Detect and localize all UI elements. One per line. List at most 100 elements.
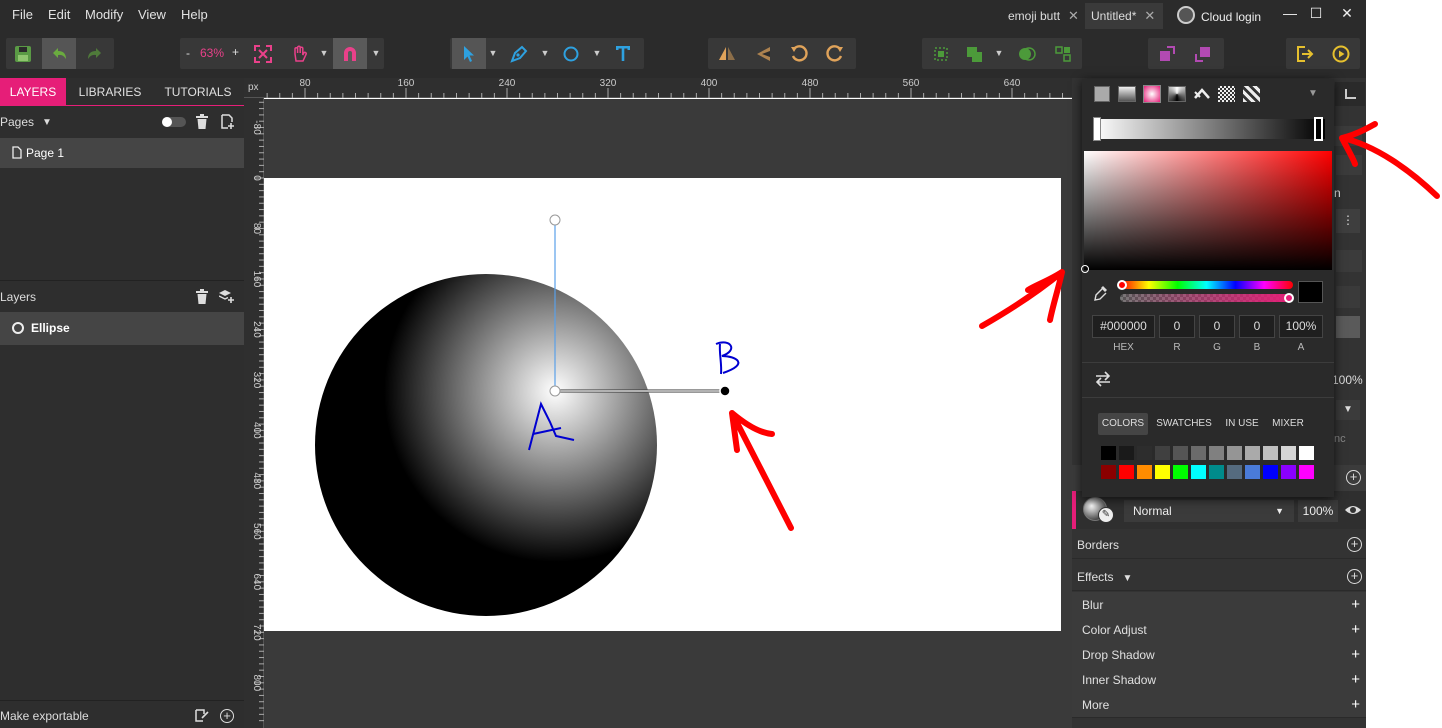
color-swatch[interactable] <box>1191 446 1206 460</box>
pages-toggle[interactable] <box>162 117 186 127</box>
menu-edit[interactable]: Edit <box>48 0 70 30</box>
noise-fill-icon[interactable] <box>1218 86 1235 102</box>
color-swatch[interactable] <box>1173 446 1188 460</box>
effect-more[interactable]: More + <box>1072 692 1366 718</box>
text-tool-icon[interactable] <box>606 38 640 69</box>
tab-swatches[interactable]: SWATCHES <box>1154 413 1214 435</box>
menu-help[interactable]: Help <box>181 0 208 30</box>
color-swatch[interactable] <box>1155 446 1170 460</box>
union-icon[interactable] <box>958 38 992 69</box>
color-swatch[interactable] <box>1299 446 1314 460</box>
menu-file[interactable]: File <box>12 0 33 30</box>
zoom-in-button[interactable]: + <box>232 45 239 59</box>
effect-blur[interactable]: Blur + <box>1072 592 1366 618</box>
tab-colors[interactable]: COLORS <box>1098 413 1148 435</box>
tab-layers[interactable]: LAYERS <box>0 78 66 106</box>
pattern-fill-icon[interactable] <box>1192 85 1212 103</box>
fit-screen-icon[interactable] <box>246 38 280 69</box>
angular-gradient-icon[interactable] <box>1168 86 1186 102</box>
effect-color-adjust[interactable]: Color Adjust + <box>1072 617 1366 643</box>
zoom-out-button[interactable]: - <box>186 46 190 60</box>
blend-mode-select[interactable]: Normal ▼ <box>1124 500 1294 522</box>
gradient-radius-handle[interactable] <box>549 214 561 226</box>
plus-icon[interactable]: + <box>1351 617 1360 643</box>
tab-tutorials[interactable]: TUTORIALS <box>158 78 238 106</box>
plus-icon[interactable]: + <box>1351 692 1360 718</box>
color-swatch[interactable] <box>1191 465 1206 479</box>
export-options-icon[interactable] <box>195 709 209 722</box>
group-icon[interactable] <box>924 38 958 69</box>
trash-icon[interactable] <box>196 289 208 304</box>
attach-icon[interactable] <box>1186 38 1220 69</box>
menu-view[interactable]: View <box>138 0 166 30</box>
effect-drop-shadow[interactable]: Drop Shadow + <box>1072 642 1366 668</box>
minimize-icon[interactable]: — <box>1277 0 1303 28</box>
maximize-icon[interactable]: ☐ <box>1303 0 1329 28</box>
color-swatch[interactable] <box>1173 465 1188 479</box>
add-fill-icon[interactable]: + <box>1346 470 1361 485</box>
tab-mixer[interactable]: MIXER <box>1268 413 1308 435</box>
add-export-icon[interactable]: + <box>220 709 234 723</box>
mask-icon[interactable] <box>1010 38 1044 69</box>
chevron-down-icon[interactable]: ▼ <box>317 38 331 69</box>
close-icon[interactable]: ✕ <box>1144 8 1155 23</box>
cloud-login-link[interactable]: Cloud login <box>1201 10 1261 24</box>
color-swatch[interactable] <box>1137 446 1152 460</box>
gradient-end-handle[interactable] <box>719 385 731 397</box>
magnet-snap-icon[interactable] <box>333 38 367 69</box>
export-icon[interactable] <box>1288 38 1322 69</box>
color-swatch[interactable] <box>1227 446 1242 460</box>
rotate-right-icon[interactable] <box>818 38 852 69</box>
ellipse-tool-icon[interactable] <box>554 38 588 69</box>
linear-gradient-icon[interactable] <box>1118 86 1136 102</box>
add-border-icon[interactable]: + <box>1347 537 1362 552</box>
plus-icon[interactable]: + <box>1351 642 1360 668</box>
color-swatch[interactable] <box>1245 465 1260 479</box>
color-swatch[interactable] <box>1245 446 1260 460</box>
flip-horizontal-icon[interactable] <box>710 38 744 69</box>
close-icon[interactable]: ✕ <box>1068 8 1079 23</box>
effect-inner-shadow[interactable]: Inner Shadow + <box>1072 667 1366 693</box>
eye-icon[interactable] <box>1344 502 1362 518</box>
menu-modify[interactable]: Modify <box>85 0 123 30</box>
save-icon[interactable] <box>6 38 40 69</box>
hand-tool-icon[interactable] <box>282 38 316 69</box>
component-icon[interactable] <box>1046 38 1080 69</box>
chevron-down-icon[interactable]: ▼ <box>1308 88 1318 99</box>
chevron-down-icon[interactable]: ▼ <box>486 38 500 69</box>
color-swatch[interactable] <box>1119 465 1134 479</box>
gradient-center-handle[interactable] <box>549 385 561 397</box>
color-swatch[interactable] <box>1101 446 1116 460</box>
chevron-down-icon[interactable]: ▼ <box>369 38 383 69</box>
color-swatch[interactable] <box>1263 465 1278 479</box>
color-swatch[interactable] <box>1263 446 1278 460</box>
edit-gradient-icon[interactable]: ✎ <box>1098 507 1114 523</box>
chevron-down-icon[interactable]: ▼ <box>538 38 552 69</box>
tab-in-use[interactable]: IN USE <box>1220 413 1264 435</box>
chevron-down-icon[interactable]: ▼ <box>1336 400 1360 420</box>
stripes-fill-icon[interactable] <box>1243 86 1260 102</box>
color-swatch[interactable] <box>1155 465 1170 479</box>
rotate-left-icon[interactable] <box>782 38 816 69</box>
solid-fill-icon[interactable] <box>1094 86 1110 102</box>
color-swatch[interactable] <box>1227 465 1242 479</box>
plus-icon[interactable]: + <box>1351 667 1360 693</box>
color-swatch[interactable] <box>1119 446 1134 460</box>
tab-libraries[interactable]: LIBRARIES <box>70 78 150 106</box>
color-swatch[interactable] <box>1209 446 1224 460</box>
swap-icon[interactable] <box>1094 371 1112 387</box>
detach-icon[interactable] <box>1150 38 1184 69</box>
panel-tab[interactable] <box>1335 82 1365 106</box>
undo-icon[interactable] <box>42 38 76 69</box>
effects-section[interactable]: Effects ▼ + <box>1072 563 1366 591</box>
redo-icon[interactable] <box>78 38 112 69</box>
color-swatch[interactable] <box>1101 465 1116 479</box>
ellipse-shape[interactable] <box>315 274 657 616</box>
chevron-down-icon[interactable]: ▼ <box>42 117 52 128</box>
radial-gradient-icon[interactable] <box>1143 85 1161 103</box>
add-layer-icon[interactable] <box>218 289 235 304</box>
color-swatch[interactable] <box>1209 465 1224 479</box>
close-window-icon[interactable]: ✕ <box>1334 0 1360 28</box>
color-swatch[interactable] <box>1281 446 1296 460</box>
color-swatch[interactable] <box>1281 465 1296 479</box>
